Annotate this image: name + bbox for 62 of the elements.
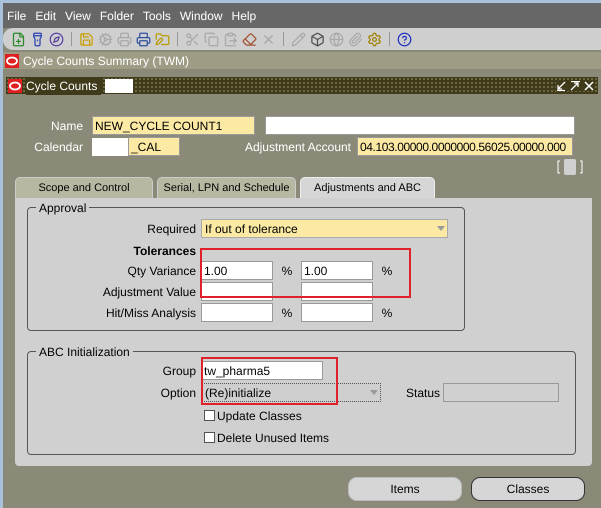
unit-label: %	[382, 304, 392, 322]
field-label: Adjustment Value	[102, 284, 197, 300]
required-dropdown[interactable]: If out of tolerance	[201, 219, 448, 238]
close-icon[interactable]	[584, 80, 594, 90]
tolerance-field[interactable]: 1.00	[201, 261, 273, 280]
redaction-patch	[92, 138, 128, 156]
tolerance-field[interactable]	[201, 303, 273, 322]
printer-icon[interactable]	[136, 32, 151, 46]
field-label: Adjustment Account	[244, 138, 352, 156]
menu-item[interactable]: Tools	[142, 6, 171, 24]
dialog-button[interactable]: Classes	[471, 477, 585, 501]
unit-label: %	[382, 262, 392, 280]
menu-item[interactable]: File	[7, 6, 26, 24]
account-field[interactable]: 04.103.00000.0000000.56025.00000.000	[357, 137, 573, 156]
section-heading: Tolerances	[132, 244, 196, 259]
dialog-button[interactable]: Items	[348, 477, 462, 501]
gear-icon[interactable]	[367, 32, 382, 46]
tab[interactable]: Adjustments and ABC	[300, 177, 435, 198]
checkbox-option[interactable]: Update Classes	[204, 407, 302, 424]
logo-icon	[5, 54, 19, 68]
menu-item[interactable]: View	[65, 6, 91, 24]
option-dropdown[interactable]: (Re)initialize	[201, 383, 381, 402]
flashlight-icon[interactable]	[30, 32, 45, 46]
window-title: Cycle Counts	[26, 76, 102, 94]
name-field[interactable]: NEW_CYCLE COUNT1	[92, 116, 255, 135]
redaction-patch	[105, 78, 134, 92]
dropdown-arrow-icon	[437, 226, 445, 231]
field-label: Name	[50, 118, 84, 134]
checkbox[interactable]	[204, 432, 215, 443]
logo-icon	[8, 78, 22, 92]
window-title: Cycle Counts Summary (TWM)	[23, 52, 190, 70]
description-field[interactable]	[265, 116, 575, 135]
field-label: Calendar	[33, 138, 84, 156]
maximize-icon[interactable]	[570, 80, 580, 90]
menu-item[interactable]: Edit	[35, 6, 56, 24]
checkbox-option[interactable]: Delete Unused Items	[204, 429, 330, 446]
tolerance-field[interactable]	[301, 303, 373, 322]
field-label: Status	[406, 384, 442, 402]
tolerance-field[interactable]: 1.00	[301, 261, 373, 280]
unit-label: %	[282, 262, 292, 280]
menu-item[interactable]: Window	[180, 6, 223, 24]
unit-label: %	[282, 304, 292, 322]
field-label: Option	[160, 384, 197, 402]
group-field[interactable]: tw_pharma5	[201, 361, 323, 380]
dropdown-arrow-icon	[370, 390, 378, 395]
tab[interactable]: Serial, LPN and Schedule	[157, 177, 296, 198]
menu-item[interactable]: Folder	[100, 6, 134, 24]
minimize-icon[interactable]	[556, 80, 566, 90]
field-label: Qty Variance	[126, 262, 197, 280]
field-label: Group	[162, 362, 197, 380]
calendar-field[interactable]: _CAL	[128, 137, 180, 156]
field-label: Required	[146, 220, 197, 238]
tab[interactable]: Scope and Control	[15, 177, 153, 198]
record-indicator-icon[interactable]	[557, 158, 583, 176]
add-file-icon[interactable]	[11, 32, 26, 46]
checkbox[interactable]	[204, 410, 215, 421]
help-icon[interactable]	[397, 32, 412, 46]
field-label: Hit/Miss Analysis	[104, 304, 197, 322]
compass-icon[interactable]	[49, 32, 64, 46]
menu-item[interactable]: Help	[232, 6, 256, 24]
eraser-icon[interactable]	[242, 32, 257, 46]
box-icon[interactable]	[310, 32, 325, 46]
